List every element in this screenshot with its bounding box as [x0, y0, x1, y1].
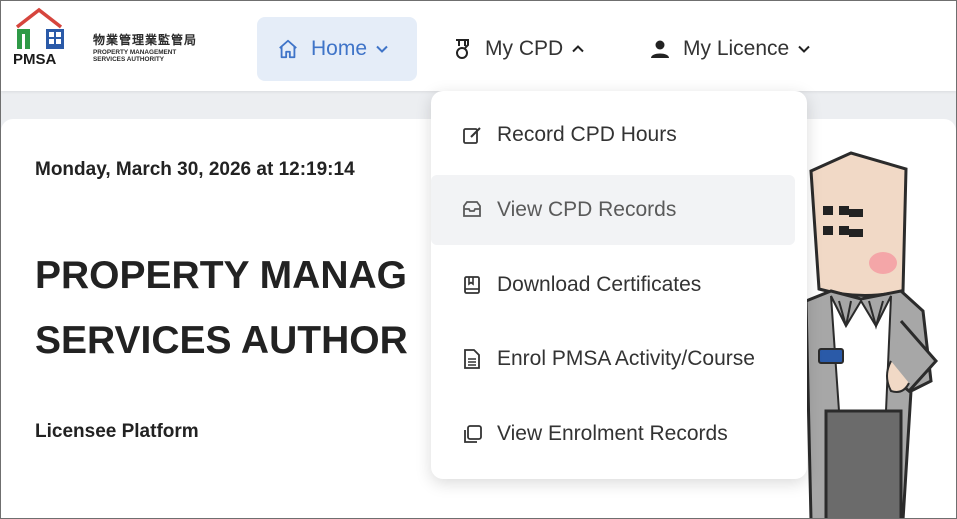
menu-item-record-cpd-hours[interactable]: Record CPD Hours — [431, 100, 807, 170]
current-datetime: Monday, March 30, 2026 at 12:19:14 — [35, 159, 355, 180]
nav-my-licence-label: My Licence — [683, 37, 790, 60]
platform-subtitle: Licensee Platform — [35, 421, 199, 442]
medal-icon — [451, 38, 473, 60]
home-icon — [277, 38, 299, 60]
app-window: PMSA 物業管理業監管局 PROPERTY MANAGEMENT SERVIC… — [0, 0, 957, 519]
menu-item-label: Record CPD Hours — [497, 123, 677, 146]
menu-item-label: Enrol PMSA Activity/Course — [497, 347, 755, 370]
pmsa-logo[interactable]: PMSA 物業管理業監管局 PROPERTY MANAGEMENT SERVIC… — [13, 7, 213, 69]
nav-my-cpd[interactable]: My CPD — [451, 17, 585, 81]
menu-item-view-cpd-records[interactable]: View CPD Records — [431, 175, 795, 245]
document-icon — [461, 348, 483, 370]
mascot-illustration — [804, 151, 939, 518]
nav-home-label: Home — [311, 37, 368, 60]
menu-item-enrol-pmsa-activity[interactable]: Enrol PMSA Activity/Course — [431, 324, 807, 394]
menu-item-view-enrolment-records[interactable]: View Enrolment Records — [431, 399, 807, 469]
top-header: PMSA 物業管理業監管局 PROPERTY MANAGEMENT SERVIC… — [1, 1, 956, 91]
user-icon — [649, 38, 671, 60]
edit-icon — [461, 124, 483, 146]
book-icon — [461, 274, 483, 296]
chevron-up-icon — [571, 42, 585, 56]
chevron-down-icon — [797, 42, 811, 56]
menu-item-download-certificates[interactable]: Download Certificates — [431, 250, 807, 320]
menu-item-label: Download Certificates — [497, 273, 702, 296]
my-cpd-dropdown-menu: Record CPD Hours View CPD Records Downlo… — [431, 91, 807, 479]
logo-chinese-name: 物業管理業監管局 — [93, 33, 198, 47]
nav-home[interactable]: Home — [257, 17, 417, 81]
logo-abbreviation: PMSA — [13, 51, 57, 68]
nav-my-licence[interactable]: My Licence — [649, 17, 811, 81]
logo-english-name: PROPERTY MANAGEMENT SERVICES AUTHORITY — [93, 49, 177, 63]
page-title: PROPERTY MANAG SERVICES AUTHOR — [35, 254, 408, 362]
menu-item-label: View CPD Records — [497, 198, 677, 221]
copy-icon — [461, 423, 483, 445]
logo-house-icon — [15, 7, 64, 49]
menu-item-label: View Enrolment Records — [497, 422, 728, 445]
inbox-icon — [461, 199, 483, 221]
nav-my-cpd-label: My CPD — [485, 37, 564, 60]
chevron-down-icon — [375, 42, 389, 56]
